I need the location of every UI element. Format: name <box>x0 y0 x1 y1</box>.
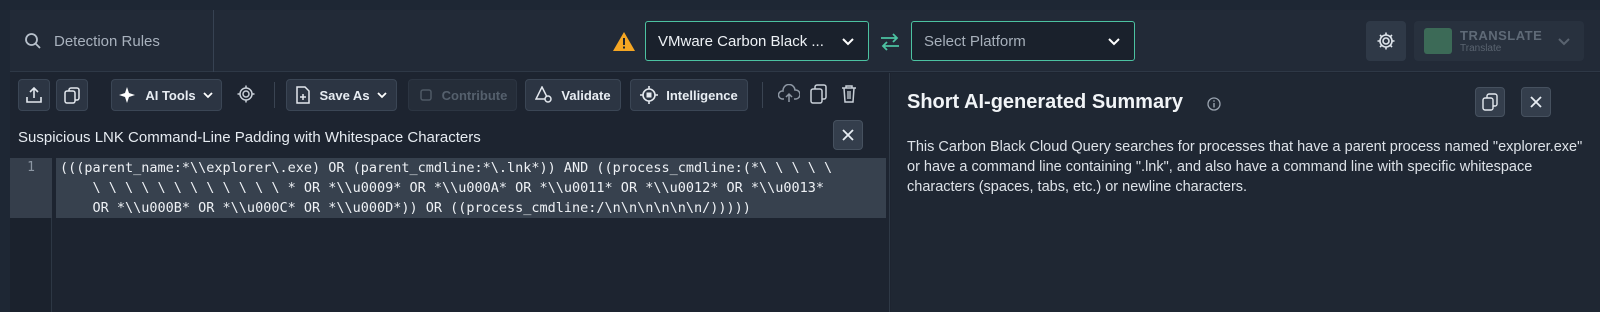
cpu-icon <box>640 86 659 104</box>
chevron-down-icon <box>1108 38 1120 46</box>
summary-pane: Short AI-generated Summary This Carbon B… <box>891 73 1600 312</box>
rule-title-bar: Suspicious LNK Command-Line Padding with… <box>10 120 890 154</box>
gear-icon[interactable] <box>236 84 256 104</box>
validate-button[interactable]: Validate <box>525 79 621 111</box>
save-as-label: Save As <box>319 87 370 103</box>
translate-label: TRANSLATE <box>1460 28 1543 43</box>
save-icon <box>296 86 311 104</box>
rule-title: Suspicious LNK Command-Line Padding with… <box>18 129 481 146</box>
close-icon <box>1530 96 1542 108</box>
stack-icon <box>64 87 80 104</box>
chip-icon <box>419 89 432 101</box>
close-summary-button[interactable] <box>1521 87 1551 117</box>
source-platform-select[interactable]: VMware Carbon Black ... <box>645 21 869 61</box>
validate-icon <box>535 86 553 103</box>
toolbar-divider <box>274 82 275 108</box>
summary-title: Short AI-generated Summary <box>907 91 1183 113</box>
settings-button[interactable] <box>1366 21 1406 61</box>
editor-toolbar: AI Tools Save As Contribute Validate Int… <box>10 73 890 115</box>
search-icon <box>25 33 41 49</box>
intelligence-button[interactable]: Intelligence <box>630 79 748 111</box>
target-platform-label: Select Platform <box>924 32 1026 50</box>
close-icon <box>842 129 854 141</box>
swap-icon[interactable] <box>879 31 901 53</box>
copy-summary-button[interactable] <box>1475 87 1505 117</box>
toolbar-divider <box>762 82 763 108</box>
contribute-label: Contribute <box>441 87 508 103</box>
code-editor[interactable]: (((parent_name:*\\explorer\.exe) OR (par… <box>56 158 886 218</box>
source-platform-label: VMware Carbon Black ... <box>658 32 824 50</box>
ai-tools-button[interactable]: AI Tools <box>111 79 222 111</box>
translate-icon <box>1424 28 1452 54</box>
sparkle-icon <box>119 87 136 103</box>
intelligence-label: Intelligence <box>666 87 738 103</box>
target-platform-select[interactable]: Select Platform <box>911 21 1135 61</box>
copy-icon[interactable] <box>810 84 828 104</box>
ai-tools-label: AI Tools <box>145 87 196 103</box>
chevron-down-icon <box>842 38 854 46</box>
copy-icon <box>1482 93 1498 111</box>
info-icon[interactable] <box>1207 97 1221 111</box>
cloud-upload-icon[interactable] <box>778 84 800 104</box>
search-box[interactable]: Detection Rules <box>10 10 214 72</box>
close-editor-button[interactable] <box>833 120 863 150</box>
validate-label: Validate <box>561 87 611 103</box>
upload-button[interactable] <box>18 79 50 111</box>
chevron-down-icon <box>376 92 387 99</box>
save-as-button[interactable]: Save As <box>286 79 397 111</box>
library-button[interactable] <box>56 79 88 111</box>
summary-text: This Carbon Black Cloud Query searches f… <box>907 139 1583 195</box>
line-gutter: 1 <box>10 158 52 312</box>
trash-icon[interactable] <box>840 84 858 104</box>
editor-pane: AI Tools Save As Contribute Validate Int… <box>10 73 890 312</box>
line-number: 1 <box>10 158 52 218</box>
warning-icon <box>613 32 635 51</box>
translate-button[interactable]: TRANSLATE Translate <box>1414 21 1584 61</box>
search-input[interactable]: Detection Rules <box>54 33 160 50</box>
contribute-button[interactable]: Contribute <box>408 79 517 111</box>
chevron-down-icon <box>203 92 213 99</box>
gear-icon <box>1377 32 1395 50</box>
translate-sublabel: Translate <box>1460 43 1502 54</box>
chevron-down-icon[interactable] <box>1556 33 1572 49</box>
upload-icon <box>26 86 42 103</box>
